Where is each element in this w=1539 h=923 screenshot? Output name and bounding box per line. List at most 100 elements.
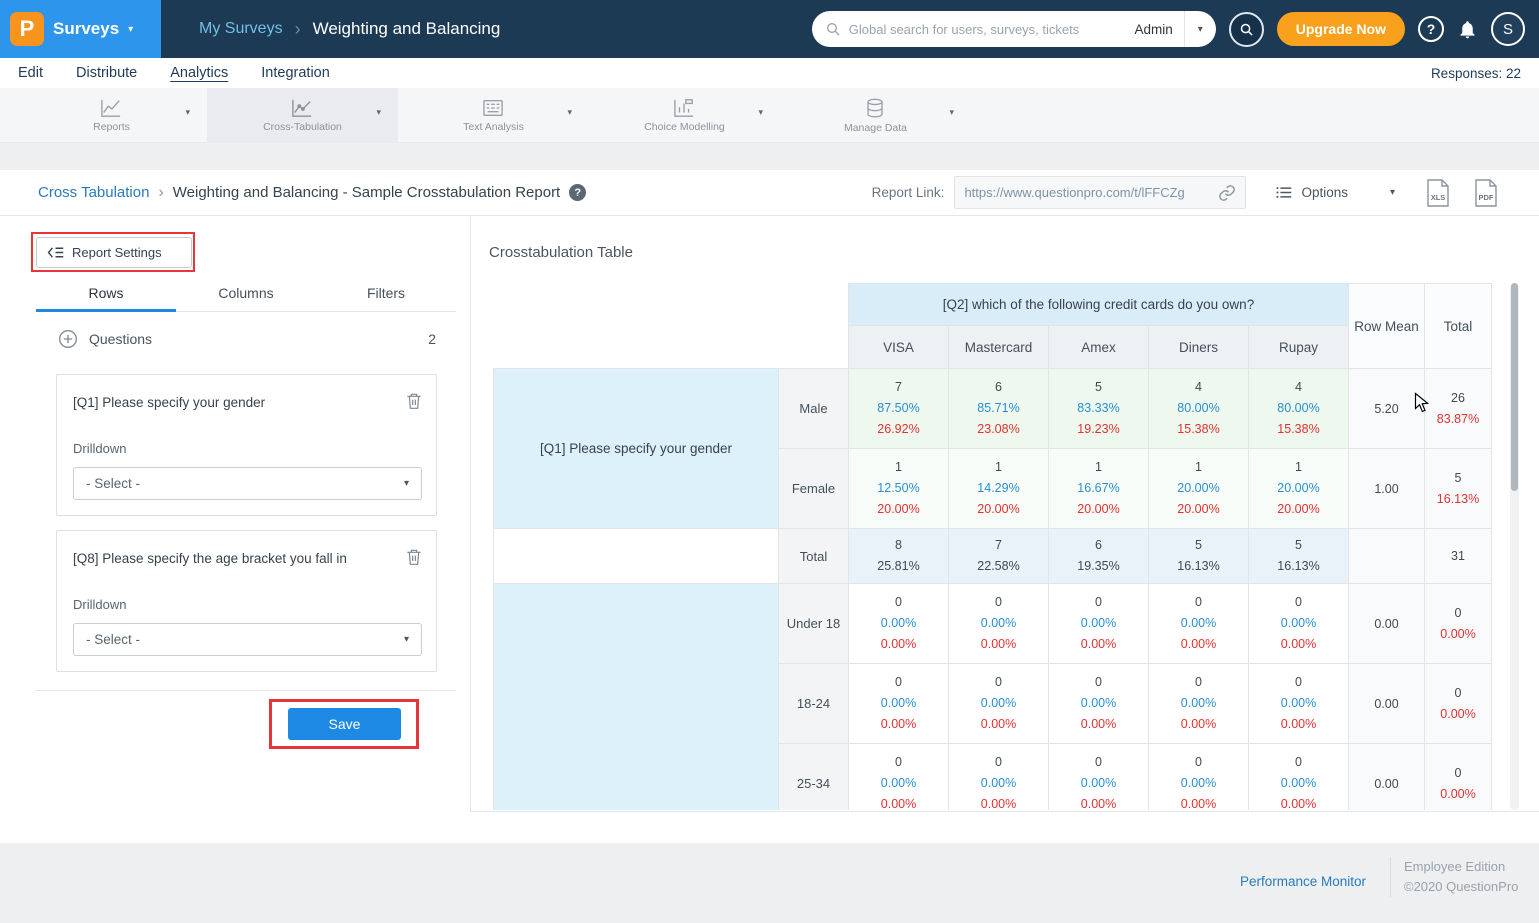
row-total-cell: 2683.87% [1425, 369, 1492, 449]
tool-label: Cross-Tabulation [263, 121, 342, 133]
performance-monitor-link[interactable]: Performance Monitor [1240, 874, 1366, 889]
search-input[interactable] [841, 22, 1124, 37]
row-mean-cell: 5.20 [1349, 369, 1425, 449]
row-label: 18-24 [779, 664, 849, 744]
topbar: P Surveys ▾ My Surveys › Weighting and B… [0, 0, 1539, 58]
survey-nav: Edit Distribute Analytics Integration Re… [0, 58, 1539, 88]
responses-count: Responses: 22 [1431, 66, 1521, 81]
tool-manage-data[interactable]: Manage Data ▾ [780, 88, 971, 143]
chevron-down-icon[interactable]: ▾ [758, 107, 763, 118]
tool-choice-modelling[interactable]: Choice Modelling ▾ [589, 88, 780, 143]
data-cell: 00.00%0.00% [949, 744, 1049, 811]
tool-text-analysis[interactable]: Text Analysis ▾ [398, 88, 589, 143]
row-mean-cell: 0.00 [1349, 744, 1425, 811]
data-cell: 619.35% [1049, 529, 1149, 584]
surveys-menu-button[interactable]: P Surveys ▾ [0, 0, 161, 58]
data-cell: 00.00%0.00% [1049, 584, 1149, 664]
column-question-banner: [Q2] which of the following credit cards… [849, 284, 1349, 326]
nav-edit[interactable]: Edit [18, 65, 43, 81]
upgrade-now-button[interactable]: Upgrade Now [1277, 12, 1405, 46]
chevron-down-icon[interactable]: ▾ [376, 107, 381, 118]
save-button[interactable]: Save [288, 708, 401, 740]
scrollbar-track[interactable] [1510, 283, 1519, 810]
nav-distribute[interactable]: Distribute [76, 65, 137, 81]
chevron-down-icon[interactable]: ▾ [1390, 187, 1395, 198]
tool-label: Reports [93, 121, 130, 133]
add-question-icon[interactable] [58, 329, 78, 349]
report-link-label: Report Link: [872, 185, 945, 200]
main-content: Report Settings Rows Columns Filters Que… [0, 216, 1539, 812]
crosstab-table-container: [Q2] which of the following credit cards… [493, 283, 1499, 810]
pdf-label: PDF [1479, 193, 1494, 202]
tool-reports[interactable]: Reports ▾ [16, 88, 207, 143]
chevron-down-icon[interactable]: ▾ [185, 107, 190, 118]
collapse-panel-icon [47, 245, 64, 260]
search-submit-button[interactable] [1229, 12, 1264, 47]
drilldown-select[interactable]: - Select - ▾ [73, 467, 422, 500]
row-group-label: [Q1] Please specify your gender [494, 369, 779, 529]
report-title: Weighting and Balancing - Sample Crossta… [173, 184, 560, 201]
chevron-down-icon: ▾ [404, 478, 409, 489]
scrollbar-thumb[interactable] [1511, 283, 1518, 491]
chevron-down-icon[interactable]: ▾ [567, 107, 572, 118]
select-value: - Select - [86, 476, 140, 491]
row-label: Total [779, 529, 849, 584]
nav-integration[interactable]: Integration [261, 65, 330, 81]
nav-analytics[interactable]: Analytics [170, 65, 228, 81]
search-icon [825, 21, 841, 37]
export-xls-button[interactable]: XLS [1425, 179, 1451, 207]
drilldown-select[interactable]: - Select - ▾ [73, 623, 422, 656]
breadcrumb-my-surveys[interactable]: My Surveys [199, 20, 283, 38]
chevron-down-icon: ▾ [404, 634, 409, 645]
data-cell: 00.00%0.00% [1249, 584, 1349, 664]
notifications-bell-icon[interactable] [1457, 19, 1478, 40]
table-row: Under 1800.00%0.00%00.00%0.00%00.00%0.00… [494, 584, 1492, 664]
help-icon[interactable]: ? [1418, 16, 1444, 42]
options-list-icon [1276, 185, 1292, 200]
row-mean-cell: 0.00 [1349, 584, 1425, 664]
data-cell: 00.00%0.00% [1049, 664, 1149, 744]
data-cell: 516.13% [1149, 529, 1249, 584]
data-cell: 480.00%15.38% [1149, 369, 1249, 449]
table-header-banner-row: [Q2] which of the following credit cards… [494, 284, 1492, 326]
tab-filters[interactable]: Filters [316, 280, 456, 312]
chevron-down-icon: ▾ [128, 24, 133, 35]
tool-label: Text Analysis [463, 121, 524, 133]
chevron-down-icon[interactable]: ▾ [1184, 11, 1216, 47]
tab-rows[interactable]: Rows [36, 280, 176, 312]
row-total-cell: 00.00% [1425, 664, 1492, 744]
search-scope-selector[interactable]: Admin [1124, 22, 1184, 37]
tab-columns[interactable]: Columns [176, 280, 316, 312]
tool-label: Choice Modelling [644, 121, 725, 133]
export-actions: XLS PDF [1425, 179, 1499, 207]
analytics-toolbar: Reports ▾ Cross-Tabulation ▾ Text Analys… [0, 88, 1539, 143]
data-cell: 00.00%0.00% [1149, 744, 1249, 811]
help-badge-icon[interactable]: ? [569, 184, 586, 201]
select-value: - Select - [86, 632, 140, 647]
data-cell: 583.33%19.23% [1049, 369, 1149, 449]
data-cell: 00.00%0.00% [849, 584, 949, 664]
questions-header: Questions 2 [58, 329, 436, 349]
data-cell: 00.00%0.00% [849, 664, 949, 744]
report-header-actions: Report Link: Options ▾ XLS PDF [872, 176, 1499, 209]
breadcrumb: My Surveys › Weighting and Balancing [199, 19, 500, 39]
export-pdf-button[interactable]: PDF [1473, 179, 1499, 207]
question-title: [Q8] Please specify the age bracket you … [73, 550, 391, 568]
options-button[interactable]: Options [1276, 185, 1348, 200]
report-settings-button[interactable]: Report Settings [36, 237, 192, 268]
report-link-box [954, 176, 1246, 209]
cross-tabulation-link[interactable]: Cross Tabulation [38, 184, 149, 201]
report-link-input[interactable] [964, 185, 1218, 200]
chevron-down-icon[interactable]: ▾ [949, 107, 954, 118]
link-icon[interactable] [1218, 184, 1236, 202]
data-cell: 112.50%20.00% [849, 449, 949, 529]
question-card-q1: [Q1] Please specify your gender Drilldow… [56, 374, 437, 516]
data-cell: 00.00%0.00% [949, 664, 1049, 744]
data-cell: 722.58% [949, 529, 1049, 584]
trash-icon[interactable] [406, 548, 422, 566]
user-avatar[interactable]: S [1491, 12, 1525, 46]
row-group-label [494, 584, 779, 811]
trash-icon[interactable] [406, 392, 422, 410]
row-total-cell: 00.00% [1425, 584, 1492, 664]
tool-cross-tabulation[interactable]: Cross-Tabulation ▾ [207, 88, 398, 143]
